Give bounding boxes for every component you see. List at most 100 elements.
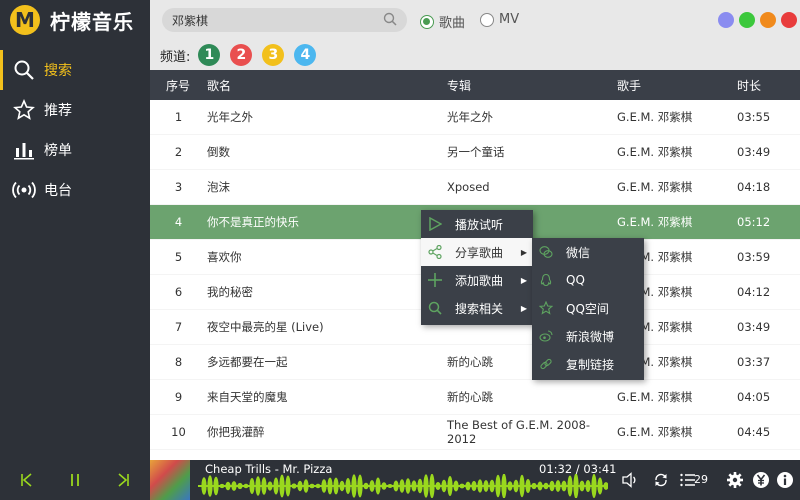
cell-album: 另一个童话 [447,145,505,159]
channel-3-button[interactable]: 3 [262,44,285,66]
cell-index: 6 [174,285,183,299]
playlist-count: 29 [694,473,708,486]
cell-duration: 04:18 [737,180,771,194]
radio-mv[interactable]: MV [480,12,519,27]
donate-button[interactable] [751,470,771,490]
radio-song[interactable]: 歌曲 [420,12,465,31]
link-icon [538,356,554,372]
cell-duration: 03:49 [737,145,771,159]
cell-duration: 03:37 [737,355,771,369]
cell-artist: G.E.M. 邓紫棋 [617,180,693,194]
volume-icon [622,472,636,488]
cell-name: 夜空中最亮的星 (Live) [207,320,324,334]
share-submenu: 微信 QQ QQ空间 新浪微博 复制链接 [532,238,644,380]
theme-purple-button[interactable] [718,12,734,28]
sidebar-item-search[interactable]: 搜索 [0,50,150,90]
share-wechat[interactable]: 微信 [532,238,644,266]
share-label: QQ [566,273,585,287]
table-row[interactable]: 2 倒数 另一个童话 G.E.M. 邓紫棋 03:49 [150,135,800,170]
search-icon [12,58,36,82]
sidebar-item-charts[interactable]: 榜单 [0,130,150,170]
radio-dot-unchecked [480,12,494,27]
channel-2-button[interactable]: 2 [230,44,253,66]
share-copy-link[interactable]: 复制链接 [532,350,644,378]
cell-index: 3 [174,180,183,194]
yen-icon [753,472,769,488]
search-icon[interactable] [383,12,397,29]
album-cover[interactable] [150,460,190,500]
table-row[interactable]: 9 来自天堂的魔鬼 新的心跳 G.E.M. 邓紫棋 04:05 [150,380,800,415]
qq-icon [538,272,554,288]
sidebar-item-recommend[interactable]: 推荐 [0,90,150,130]
cell-name: 你把我灌醉 [207,425,265,439]
about-button[interactable] [775,470,795,490]
theme-red-button[interactable] [781,12,797,28]
submenu-arrow-icon: ▶ [520,275,527,285]
header-album[interactable]: 专辑 [447,77,617,94]
sidebar-item-label: 榜单 [44,143,72,159]
waveform-progress[interactable] [198,474,608,498]
share-qq[interactable]: QQ [532,266,644,294]
cell-index: 7 [174,320,183,334]
qzone-star-icon [538,300,554,316]
cell-artist: G.E.M. 邓紫棋 [617,390,693,404]
table-row[interactable]: 8 多远都要在一起 新的心跳 G.E.M. 邓紫棋 03:37 [150,345,800,380]
cell-index: 2 [174,145,183,159]
header-name[interactable]: 歌名 [207,77,447,94]
sidebar-nav: 搜索 推荐 榜单 电台 [0,50,150,210]
theme-orange-button[interactable] [760,12,776,28]
channel-4-button[interactable]: 4 [294,44,317,66]
cell-name: 多远都要在一起 [207,355,288,369]
share-qzone[interactable]: QQ空间 [532,294,644,322]
previous-button[interactable] [16,469,38,491]
cell-artist: G.E.M. 邓紫棋 [617,215,693,229]
cell-artist: G.E.M. 邓紫棋 [617,145,693,159]
menu-item-search-related[interactable]: 搜索相关 ▶ [421,294,533,322]
cell-index: 10 [171,425,186,439]
play-icon [427,216,443,232]
search-input[interactable] [172,13,383,27]
cell-duration: 04:05 [737,390,771,404]
volume-button[interactable] [620,470,640,490]
app-logo: M 柠檬音乐 [0,0,150,40]
cell-artist: G.E.M. 邓紫棋 [617,110,693,124]
cell-name: 你不是真正的快乐 [207,215,299,229]
cell-name: 喜欢你 [207,250,242,264]
cell-index: 9 [174,390,183,404]
submenu-arrow-icon: ▶ [520,247,527,257]
cell-index: 8 [174,355,183,369]
header-artist[interactable]: 歌手 [617,77,737,94]
menu-item-play-preview[interactable]: 播放试听 [421,210,533,238]
theme-green-button[interactable] [739,12,755,28]
sidebar-item-radio[interactable]: 电台 [0,170,150,210]
menu-item-add-song[interactable]: 添加歌曲 ▶ [421,266,533,294]
top-bar: 歌曲 MV [150,0,800,40]
next-button[interactable] [112,469,134,491]
share-label: 新浪微博 [566,329,615,344]
play-pause-button[interactable] [64,469,86,491]
menu-item-label: 添加歌曲 [455,273,504,288]
table-row[interactable]: 3 泡沫 Xposed G.E.M. 邓紫棋 04:18 [150,170,800,205]
loop-mode-button[interactable] [651,470,671,490]
next-icon [118,473,129,487]
radio-broadcast-icon [12,178,36,202]
channel-bar: 频道: 1 2 3 4 [150,40,800,70]
settings-button[interactable] [725,470,745,490]
cell-name: 光年之外 [207,110,253,124]
table-row[interactable]: 1 光年之外 光年之外 G.E.M. 邓紫棋 03:55 [150,100,800,135]
cell-duration: 05:12 [737,215,771,229]
sidebar-item-label: 搜索 [44,63,72,79]
sidebar-item-label: 电台 [44,183,72,199]
cell-duration: 03:59 [737,250,771,264]
channel-1-button[interactable]: 1 [198,44,221,66]
cell-album: 光年之外 [447,110,493,124]
menu-item-share-song[interactable]: 分享歌曲 ▶ [421,238,533,266]
cell-name: 来自天堂的魔鬼 [207,390,288,404]
radio-song-label: 歌曲 [439,16,466,31]
share-label: QQ空间 [566,301,609,316]
share-weibo[interactable]: 新浪微博 [532,322,644,350]
table-row[interactable]: 10 你把我灌醉 The Best of G.E.M. 2008-2012 G.E.M… [150,415,800,450]
header-index[interactable]: 序号 [150,77,207,94]
pause-icon [71,474,79,486]
header-duration[interactable]: 时长 [737,77,800,94]
